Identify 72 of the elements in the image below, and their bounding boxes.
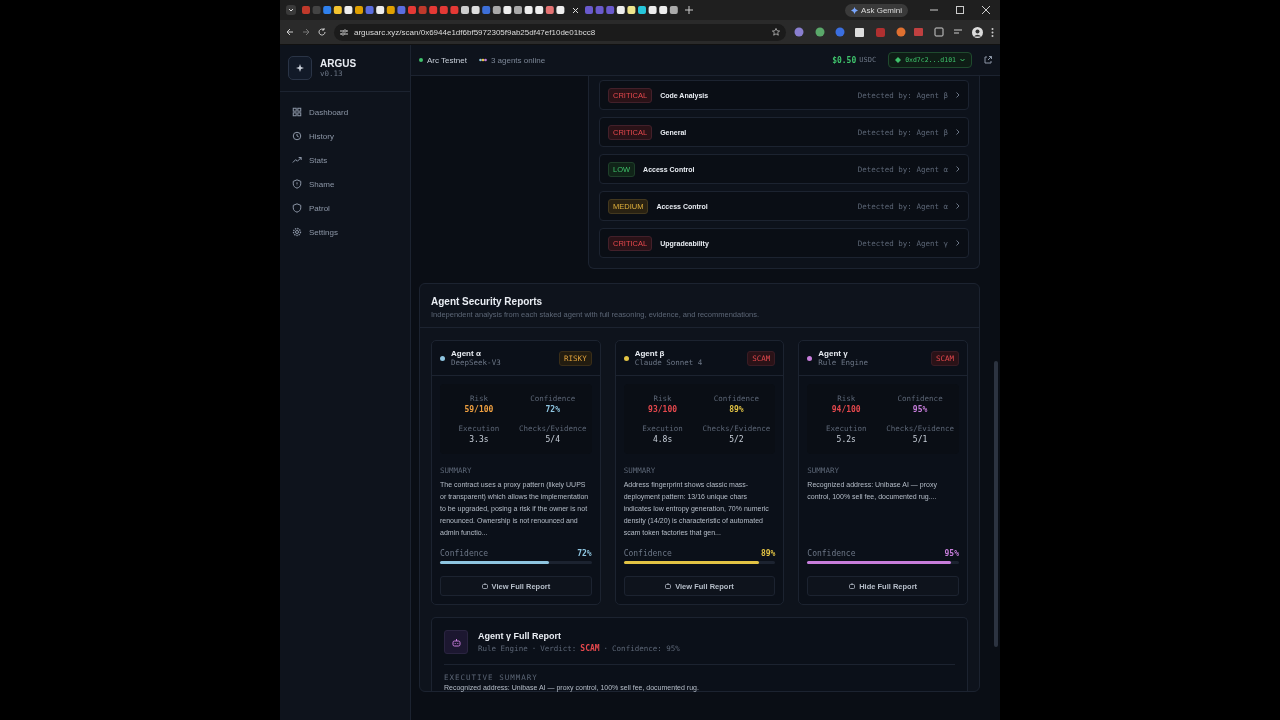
verdict-value: SCAM — [580, 644, 600, 653]
maximize-icon[interactable] — [956, 6, 964, 14]
stat-value: 95% — [912, 405, 928, 414]
section-title: Agent Security Reports — [431, 296, 544, 307]
agents-dots-icon — [478, 58, 487, 62]
trend-icon — [292, 155, 302, 165]
ask-gemini-button[interactable]: Ask Gemini — [845, 3, 908, 17]
agent-name: Agent γ — [818, 349, 849, 358]
tab-search-icon[interactable] — [286, 5, 296, 15]
robot-icon — [481, 583, 488, 589]
minimize-icon[interactable] — [930, 6, 938, 14]
forward-icon[interactable] — [302, 28, 310, 36]
chevron-right-icon — [956, 203, 960, 209]
robot-icon — [444, 630, 468, 654]
reload-icon[interactable] — [318, 28, 326, 36]
scrollbar[interactable] — [994, 361, 998, 647]
network-status: Arc Testnet — [419, 55, 467, 65]
confidence-value: 95% — [944, 549, 959, 558]
settings-icon — [292, 227, 302, 237]
agent-name: Agent β — [634, 349, 666, 358]
tab-favicons-drawing[interactable] — [585, 5, 679, 15]
diamond-icon — [895, 57, 902, 63]
brand-name: ARGUS — [320, 58, 357, 69]
stat-value: 89% — [729, 405, 744, 414]
clock-icon — [292, 131, 302, 141]
sidebar-item[interactable]: Settings — [290, 224, 400, 240]
agent-name: Agent α — [451, 349, 482, 358]
profile-avatar-icon[interactable] — [972, 26, 983, 38]
confidence-label: Confidence — [807, 549, 856, 558]
confidence-label: Confidence — [440, 549, 489, 558]
sidebar-item[interactable]: Patrol — [290, 200, 400, 216]
close-icon[interactable] — [572, 6, 579, 14]
sidebar-item[interactable]: History — [290, 128, 400, 144]
chevron-right-icon — [956, 166, 960, 172]
robot-icon — [665, 583, 672, 589]
external-link-icon[interactable] — [984, 56, 992, 64]
stat-value: 5/1 — [912, 435, 928, 444]
chevron-right-icon — [956, 92, 960, 98]
shield-icon — [292, 179, 302, 189]
sidebar-item[interactable]: Shame — [290, 176, 400, 192]
confidence-value: 72% — [577, 549, 592, 558]
address-bar[interactable]: argusarc.xyz/scan/0x6944e1df6bf5972305f9ab25df47ef10de01bcc8 — [334, 23, 786, 41]
balance-value: $0.50 — [832, 55, 857, 65]
chevron-right-icon — [956, 240, 960, 246]
new-tab-icon[interactable] — [685, 6, 693, 14]
robot-icon — [849, 583, 856, 589]
menu-icon[interactable] — [991, 27, 994, 37]
sparkle-icon — [851, 6, 859, 14]
logo-icon — [288, 56, 312, 80]
close-icon[interactable] — [982, 6, 990, 14]
tab-favicons-drawing[interactable] — [302, 5, 566, 15]
stat-value: 59/100 — [464, 405, 494, 414]
stat-value: 5.2s — [836, 435, 856, 444]
extension-icons-drawing[interactable] — [794, 27, 964, 37]
caret-icon — [960, 58, 965, 62]
confidence-label: Confidence — [623, 549, 672, 558]
stat-value: 93/100 — [648, 405, 677, 414]
sidebar-item[interactable]: Stats — [290, 152, 400, 168]
confidence-value: 89% — [760, 549, 776, 558]
back-icon[interactable] — [286, 28, 294, 36]
agents-status: 3 agents online — [490, 55, 546, 65]
sidebar-item[interactable]: Dashboard — [290, 104, 400, 120]
stat-value: 72% — [545, 405, 560, 414]
stat-value: 94/100 — [831, 405, 861, 414]
shield-icon — [292, 203, 302, 213]
report-title: Agent γ Full Report — [478, 631, 562, 641]
stat-value: 3.3s — [469, 435, 489, 444]
stat-value: 5/4 — [545, 435, 560, 444]
chevron-right-icon — [956, 129, 960, 135]
stat-value: 4.8s — [652, 435, 673, 444]
stat-value: 5/2 — [729, 435, 744, 444]
grid-icon — [292, 107, 302, 117]
